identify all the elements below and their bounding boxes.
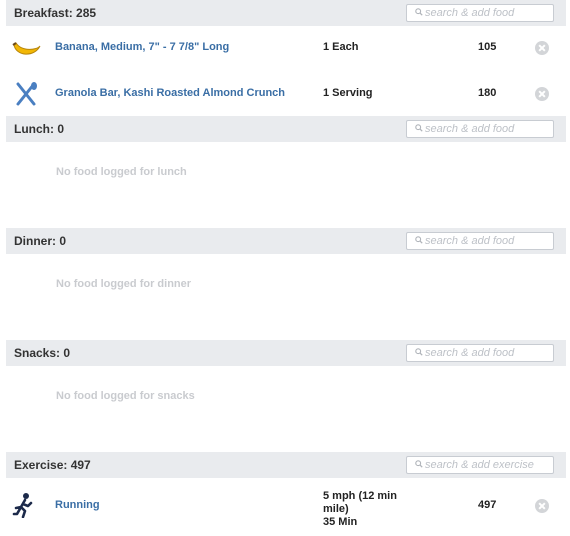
exercise-row: Running 5 mph (12 min mile) 35 Min 497 xyxy=(6,480,566,530)
food-quantity: 1 Serving xyxy=(323,87,373,99)
delete-icon[interactable] xyxy=(535,41,549,55)
lunch-title: Lunch: 0 xyxy=(14,122,64,136)
fork-knife-icon xyxy=(16,82,37,106)
search-icon xyxy=(415,8,423,16)
exercise-duration: 35 Min xyxy=(323,516,358,528)
exercise-quantity-line: mile) xyxy=(323,503,349,515)
food-calories: 180 xyxy=(478,87,497,99)
runner-icon xyxy=(12,493,33,518)
snacks-header: Snacks: 0 xyxy=(6,340,566,366)
exercise-header: Exercise: 497 xyxy=(6,452,566,478)
snacks-title: Snacks: 0 xyxy=(14,346,71,360)
lunch-empty-message: No food logged for lunch xyxy=(56,166,187,178)
breakfast-title: Breakfast: 285 xyxy=(14,6,97,20)
food-row: Banana, Medium, 7" - 7 7/8" Long 1 Each … xyxy=(6,26,566,70)
exercise-title: Exercise: 497 xyxy=(14,458,91,472)
snacks-search-input[interactable] xyxy=(406,344,554,362)
delete-icon[interactable] xyxy=(535,87,549,101)
search-icon xyxy=(415,236,423,244)
search-icon xyxy=(415,124,423,132)
food-row: Granola Bar, Kashi Roasted Almond Crunch… xyxy=(6,72,566,116)
lunch-search-input[interactable] xyxy=(406,120,554,138)
search-icon xyxy=(415,460,423,468)
dinner-title: Dinner: 0 xyxy=(14,234,67,248)
snacks-empty-message: No food logged for snacks xyxy=(56,390,195,402)
exercise-quantity: 5 mph (12 min mile) 35 Min xyxy=(323,490,433,529)
exercise-name-link[interactable]: Running xyxy=(55,499,100,511)
food-name-link[interactable]: Granola Bar, Kashi Roasted Almond Crunch xyxy=(55,87,285,99)
breakfast-header: Breakfast: 285 xyxy=(6,0,566,26)
dinner-search-input[interactable] xyxy=(406,232,554,250)
dinner-body: No food logged for dinner xyxy=(6,254,566,340)
exercise-calories: 497 xyxy=(478,499,497,511)
snacks-body: No food logged for snacks xyxy=(6,366,566,452)
delete-icon[interactable] xyxy=(535,499,549,513)
search-icon xyxy=(415,348,423,356)
dinner-header: Dinner: 0 xyxy=(6,228,566,254)
food-diary: Breakfast: 285 Banana, Medium, 7" - 7 7/… xyxy=(0,0,570,536)
food-quantity: 1 Each xyxy=(323,41,359,53)
food-name-link[interactable]: Banana, Medium, 7" - 7 7/8" Long xyxy=(55,41,229,53)
exercise-quantity-line: 5 mph (12 min xyxy=(323,490,397,502)
exercise-search-input[interactable] xyxy=(406,456,554,474)
food-calories: 105 xyxy=(478,41,497,53)
breakfast-search-input[interactable] xyxy=(406,4,554,22)
banana-icon xyxy=(12,42,41,55)
dinner-empty-message: No food logged for dinner xyxy=(56,278,192,290)
lunch-body: No food logged for lunch xyxy=(6,142,566,228)
lunch-header: Lunch: 0 xyxy=(6,116,566,142)
